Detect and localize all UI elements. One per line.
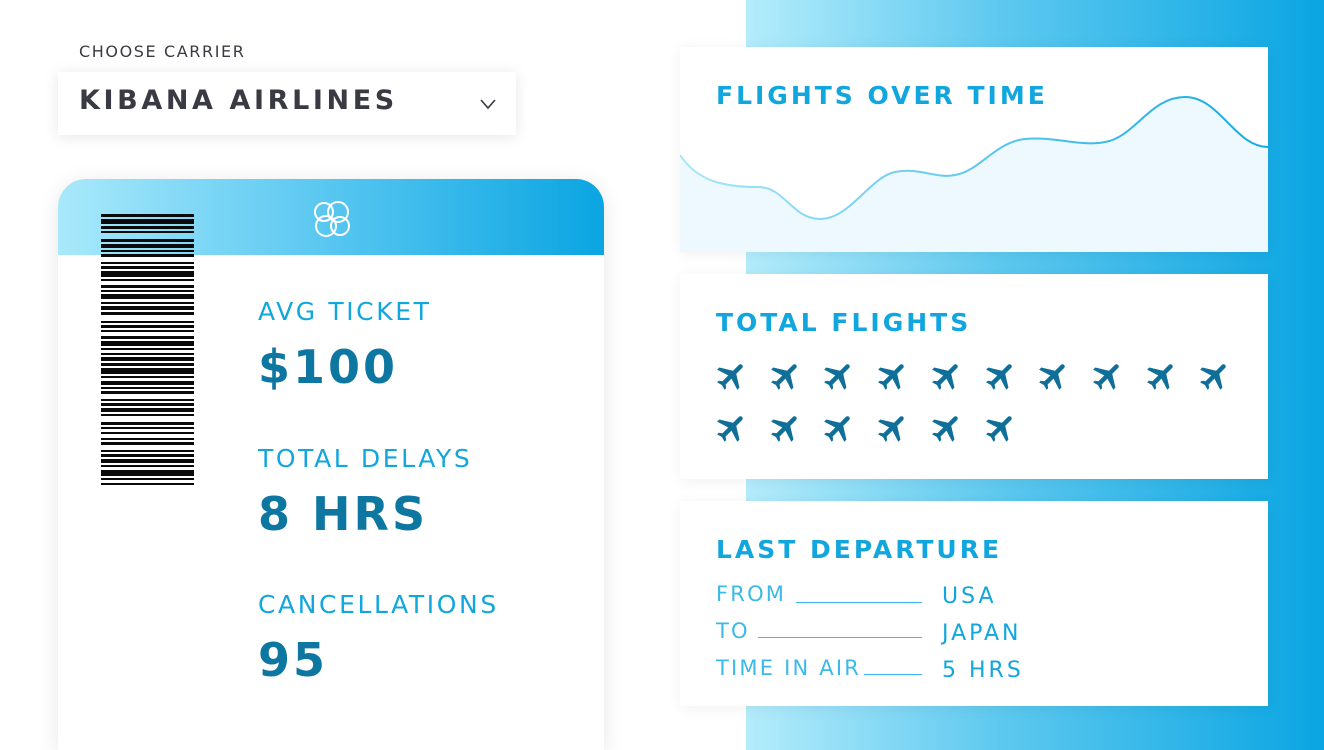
plane-icon [824,364,851,390]
total-flights-panel: TOTAL FLIGHTS [680,274,1268,479]
to-value: JAPAN [942,621,1022,646]
departure-row-to: TO JAPAN [716,619,1236,649]
plane-icon [1039,364,1065,390]
leader-line [796,602,922,603]
plane-icon [717,416,743,442]
avg-ticket-label: AVG TICKET [258,297,432,326]
plane-icon [931,416,958,442]
departure-row-time: TIME IN AIR 5 HRS [716,656,1236,686]
time-in-air-value: 5 HRS [942,658,1024,683]
from-label: FROM [716,582,787,606]
plane-icon [985,416,1012,442]
flights-over-time-panel: FLIGHTS OVER TIME [680,47,1268,252]
cancellations-label: CANCELLATIONS [258,590,499,619]
flights-over-time-title: FLIGHTS OVER TIME [716,81,1048,110]
flights-area [680,97,1268,252]
last-departure-panel: LAST DEPARTURE FROM USA TO JAPAN TIME IN… [680,501,1268,706]
total-flights-title: TOTAL FLIGHTS [716,308,972,337]
plane-icon [717,364,743,390]
total-delays-label: TOTAL DELAYS [258,444,473,473]
last-departure-title: LAST DEPARTURE [716,535,1003,564]
carrier-label: CHOOSE CARRIER [79,42,246,61]
plane-icon [824,416,851,442]
plane-icon [1093,364,1119,390]
departure-row-from: FROM USA [716,582,1236,612]
barcode [101,214,194,485]
plane-icon [1146,364,1173,390]
plane-icon [770,416,797,442]
plane-icon [1200,364,1227,390]
plane-icon [931,364,958,390]
chevron-down-icon [480,99,496,110]
total-delays-value: 8 HRS [258,487,429,541]
to-label: TO [716,619,750,643]
leader-line [758,637,922,638]
time-in-air-label: TIME IN AIR [716,656,862,680]
flights-line-chart [680,95,1268,252]
ticket-card: AVG TICKET $100 TOTAL DELAYS 8 HRS CANCE… [58,179,604,750]
leader-line [864,674,922,675]
carrier-dropdown[interactable]: KIBANA AIRLINES [58,72,516,135]
elastic-logo-icon [314,201,350,237]
plane-icon [878,364,904,390]
cancellations-value: 95 [258,633,329,687]
from-value: USA [942,584,997,609]
plane-icon [985,364,1012,390]
plane-icon [878,416,904,442]
carrier-selected-value: KIBANA AIRLINES [79,85,398,116]
avg-ticket-value: $100 [258,340,399,394]
plane-icon [770,364,797,390]
